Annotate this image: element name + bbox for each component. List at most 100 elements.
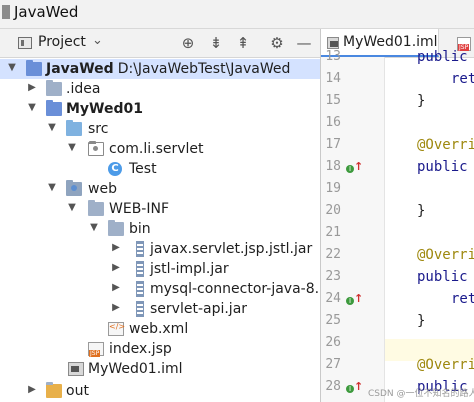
editor-gutter: 13 14 15 16 17 18 19 20 21 22 23 24 25 2… [321,49,385,402]
tree-item-javawed[interactable]: ▼ JavaWed D:\JavaWebTest\JavaWed [0,59,320,79]
tree-item-test-class[interactable]: C Test [0,159,320,179]
tree-item-label: src [88,121,109,137]
gear-icon[interactable]: ⚙ [267,33,287,53]
tree-item-label: servlet-api.jar [150,301,248,317]
tree-item-label: com.li.servlet [109,141,204,157]
line-number: 20 [325,203,341,218]
line-number: 21 [325,225,341,240]
tree-item-src[interactable]: ▼ src [0,119,320,139]
override-marker-icon[interactable]: I ↑ [346,380,363,395]
minimize-icon[interactable]: — [294,33,314,53]
tree-item-out[interactable]: ▶ out [0,381,320,401]
chevron-right-icon[interactable]: ▶ [110,302,122,313]
line-number: 18 [325,159,341,174]
tree-item-jar[interactable]: ▶ servlet-api.jar [0,299,320,319]
folder-icon [108,220,124,236]
xml-file-icon [108,322,125,336]
line-number: 23 [325,269,341,284]
project-window-icon [2,5,10,19]
line-number: 17 [325,137,341,152]
line-number: 15 [325,93,341,108]
folder-icon [88,200,104,216]
module-file-icon [68,362,84,376]
tree-item-label: web.xml [129,321,189,337]
module-folder-icon [46,100,62,116]
code-line: public [417,159,468,175]
override-marker-icon[interactable]: I ↑ [346,292,363,307]
chevron-right-icon[interactable]: ▶ [26,82,38,93]
line-number: 16 [325,115,341,130]
chevron-down-icon[interactable]: ▼ [46,122,58,133]
editor-tab-label: MyWed01.iml [343,34,438,50]
override-marker-icon[interactable]: I ↑ [346,160,363,175]
tree-item-label: MyWed01.iml [88,361,183,377]
chevron-down-icon[interactable]: ▼ [66,142,78,153]
code-line: ret [451,291,474,307]
chevron-right-icon[interactable]: ▶ [110,262,122,273]
chevron-down-icon[interactable]: ▼ [66,202,78,213]
chevron-down-icon[interactable]: ▼ [26,102,38,113]
java-class-icon: C [108,162,122,176]
line-number: 19 [325,181,341,196]
jsp-file-icon [88,342,104,357]
line-number: 27 [325,357,341,372]
code-line: } [417,203,426,219]
project-panel-header: Project ⌄ ⊕ ⇟ ⇞ ⚙ — [0,29,320,58]
chevron-down-icon[interactable]: ▼ [88,222,100,233]
tree-item-web-xml[interactable]: web.xml [0,319,320,339]
code-line: @Overri [417,137,474,153]
chevron-down-icon[interactable]: ▼ [46,182,58,193]
chevron-down-icon[interactable]: ▼ [6,62,18,73]
line-number: 13 [325,49,341,64]
watermark: CSDN @一位不知名的路人甲 [368,389,474,399]
collapse-all-icon[interactable]: ⇞ [233,33,253,53]
line-number: 22 [325,247,341,262]
expand-all-icon[interactable]: ⇟ [206,33,226,53]
window-title: JavaWed [14,3,79,21]
tree-item-label: javax.servlet.jsp.jstl.jar [150,241,313,257]
code-line: public [417,269,468,285]
line-number: 24 [325,291,341,306]
chevron-down-icon[interactable]: ⌄ [92,33,103,48]
tree-item-index-jsp[interactable]: index.jsp [0,339,320,359]
tree-item-jar[interactable]: ▶ javax.servlet.jsp.jstl.jar [0,239,320,259]
module-folder-icon [26,60,42,76]
chevron-right-icon[interactable]: ▶ [110,242,122,253]
chevron-right-icon[interactable]: ▶ [110,282,122,293]
tree-item-label: mysql-connector-java-8.0.27 [150,281,320,297]
code-line: } [417,93,426,109]
line-number: 25 [325,313,341,328]
window-title-bar: JavaWed [0,0,474,29]
line-number: 28 [325,379,341,394]
line-number: 14 [325,71,341,86]
project-view-icon [18,37,32,49]
tree-item-label: jstl-impl.jar [150,261,229,277]
package-icon [88,141,104,156]
chevron-right-icon[interactable]: ▶ [26,384,38,395]
code-editor[interactable]: MyWed01.iml 13 14 15 16 17 18 19 20 21 2… [321,29,474,402]
jar-icon [136,241,144,257]
code-line: @Overri [417,247,474,263]
tree-item-path: D:\JavaWebTest\JavaWed [117,61,291,77]
folder-icon [46,80,62,96]
project-view-selector[interactable]: Project [38,34,86,50]
tree-item-idea[interactable]: ▶ .idea [0,79,320,99]
jar-icon [136,281,144,297]
tree-item-label: index.jsp [109,341,172,357]
tree-item-jar[interactable]: ▶ mysql-connector-java-8.0.27 [0,279,320,299]
tree-item-mywed01[interactable]: ▼ MyWed01 [0,99,320,119]
tree-item-package[interactable]: ▼ com.li.servlet [0,139,320,159]
crosshair-icon[interactable]: ⊕ [178,33,198,53]
tree-item-jar[interactable]: ▶ jstl-impl.jar [0,259,320,279]
tree-item-web[interactable]: ▼ web [0,179,320,199]
code-line: } [417,313,426,329]
tree-item-bin[interactable]: ▼ bin [0,219,320,239]
tree-item-label: web [88,181,117,197]
tree-item-label: .idea [66,81,101,97]
tree-item-web-inf[interactable]: ▼ WEB-INF [0,199,320,219]
line-number: 26 [325,335,341,350]
tree-item-label: Test [129,161,157,177]
jar-icon [136,301,144,317]
tree-item-label: MyWed01 [66,101,143,117]
tree-item-iml[interactable]: MyWed01.iml [0,359,320,379]
